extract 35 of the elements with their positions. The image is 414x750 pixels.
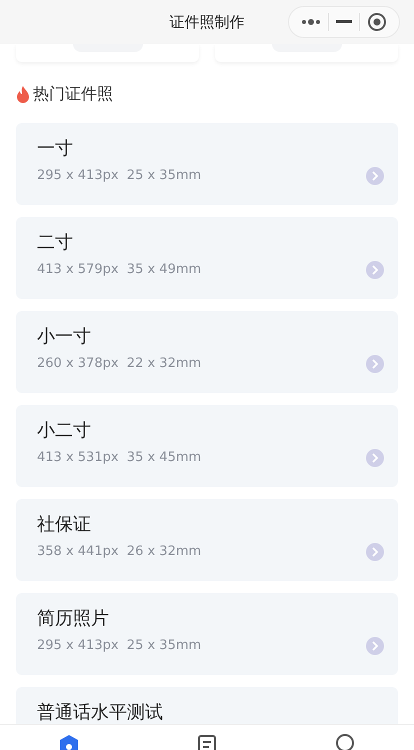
size-spec: 413 x 579px 35 x 49mm (37, 261, 202, 279)
size-card[interactable]: 简历照片 295 x 413px 25 x 35mm (16, 593, 398, 675)
chevron-icon[interactable] (366, 355, 384, 373)
size-card[interactable]: 一寸 295 x 413px 25 x 35mm (16, 123, 398, 205)
size-name: 一寸 (37, 137, 74, 161)
size-card[interactable]: 社保证 358 x 441px 26 x 32mm (16, 499, 398, 581)
chevron-icon[interactable] (366, 261, 384, 279)
more-icon[interactable] (300, 19, 321, 25)
section-title: 热门证件照 (33, 83, 113, 105)
close-target-icon[interactable] (367, 12, 388, 32)
size-spec: 295 x 413px 25 x 35mm (37, 637, 202, 655)
size-name: 二寸 (37, 231, 74, 255)
page-title: 证件照制作 (170, 12, 244, 33)
size-name: 简历照片 (37, 607, 110, 631)
flame-icon (16, 86, 30, 102)
chevron-icon[interactable] (366, 637, 384, 655)
size-spec: 358 x 441px 26 x 32mm (37, 543, 202, 561)
size-spec: 295 x 413px 25 x 35mm (37, 167, 202, 185)
document-icon[interactable] (195, 733, 219, 750)
size-name: 社保证 (37, 513, 92, 537)
chevron-icon[interactable] (366, 167, 384, 185)
chevron-icon[interactable] (366, 449, 384, 467)
size-card[interactable]: 普通话水平测试 (16, 687, 398, 724)
size-name: 小一寸 (37, 325, 92, 349)
size-card[interactable]: 二寸 413 x 579px 35 x 49mm (16, 217, 398, 299)
chevron-icon[interactable] (366, 543, 384, 561)
size-spec: 260 x 378px 22 x 32mm (37, 355, 202, 373)
profile-icon[interactable] (333, 733, 357, 750)
minimize-icon[interactable] (336, 20, 352, 24)
size-spec: 413 x 531px 35 x 45mm (37, 449, 202, 467)
size-card[interactable]: 小二寸 413 x 531px 35 x 45mm (16, 405, 398, 487)
size-card[interactable]: 小一寸 260 x 378px 22 x 32mm (16, 311, 398, 393)
size-name: 普通话水平测试 (37, 701, 164, 724)
size-name: 小二寸 (37, 419, 92, 443)
home-icon[interactable] (57, 733, 81, 750)
